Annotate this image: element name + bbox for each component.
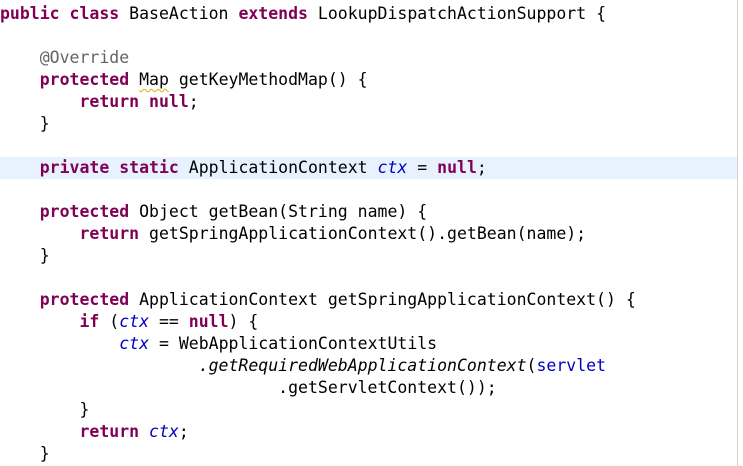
method-signature: getKeyMethodMap() {	[178, 70, 368, 89]
keyword-class: class	[69, 4, 120, 23]
code-line-21: }	[0, 443, 743, 465]
code-line-5: return null;	[0, 91, 743, 113]
code-line-16: ctx = WebApplicationContextUtils	[0, 333, 743, 355]
keyword-if: if	[79, 312, 100, 331]
keyword-return: return	[79, 92, 140, 111]
close-brace: }	[39, 444, 50, 463]
keyword-public: public	[0, 4, 60, 23]
code-line-20: return ctx;	[0, 421, 743, 443]
static-field-ctx: ctx	[119, 334, 150, 353]
code-line-18: .getServletContext());	[0, 377, 743, 399]
code-editor[interactable]: public class BaseAction extends LookupDi…	[0, 0, 743, 466]
keyword-return: return	[79, 422, 140, 441]
code-line-10: protected Object getBean(String name) {	[0, 201, 743, 223]
code-line-8-current: private static ApplicationContext ctx = …	[0, 157, 743, 179]
open-paren: (	[109, 312, 120, 331]
keyword-extends: extends	[238, 4, 308, 23]
static-method-call: .getRequiredWebApplicationContext	[198, 356, 527, 375]
close-brace: }	[39, 246, 50, 265]
code-line-11: return getSpringApplicationContext().get…	[0, 223, 743, 245]
code-line-12: }	[0, 245, 743, 267]
method-chain: .getServletContext());	[278, 378, 497, 397]
code-line-19: }	[0, 399, 743, 421]
keyword-null: null	[149, 92, 189, 111]
code-line-14: protected ApplicationContext getSpringAp…	[0, 289, 743, 311]
keyword-null: null	[437, 158, 477, 177]
assignment-expression: = WebApplicationContextUtils	[158, 334, 438, 353]
keyword-null: null	[188, 312, 229, 331]
semicolon: ;	[188, 92, 199, 111]
code-line-15: if (ctx == null) {	[0, 311, 743, 333]
open-brace: {	[596, 4, 607, 23]
method-signature: Object getBean(String name) {	[139, 202, 428, 221]
close-paren-brace: ) {	[228, 312, 259, 331]
parent-class-name: LookupDispatchActionSupport	[317, 4, 587, 23]
class-name: BaseAction	[129, 4, 229, 23]
editor-right-edge	[737, 0, 743, 466]
return-expression: getSpringApplicationContext().getBean(na…	[149, 224, 587, 243]
static-field-ctx: ctx	[119, 312, 150, 331]
code-line-3: @Override	[0, 47, 743, 69]
map-type-warning[interactable]: Map	[139, 70, 169, 89]
semicolon: ;	[476, 158, 487, 177]
field-servlet: servlet	[536, 356, 606, 375]
static-field-ctx: ctx	[377, 158, 408, 177]
method-signature: ApplicationContext getSpringApplicationC…	[139, 290, 636, 309]
code-line-4: protected Map getKeyMethodMap() {	[0, 69, 743, 91]
equals-operator: ==	[158, 312, 179, 331]
static-field-ctx: ctx	[149, 422, 179, 441]
keyword-protected: protected	[39, 70, 130, 89]
code-line-17: .getRequiredWebApplicationContext(servle…	[0, 355, 743, 377]
close-brace: }	[39, 114, 50, 133]
code-line-6: }	[0, 113, 743, 135]
keyword-static: static	[119, 158, 179, 177]
assign-operator: =	[417, 158, 428, 177]
semicolon: ;	[178, 422, 189, 441]
open-paren: (	[526, 356, 537, 375]
code-line-1: public class BaseAction extends LookupDi…	[0, 3, 743, 25]
override-annotation: @Override	[39, 48, 130, 67]
keyword-return: return	[79, 224, 140, 243]
keyword-protected: protected	[39, 202, 130, 221]
field-type: ApplicationContext	[188, 158, 368, 177]
close-brace: }	[79, 400, 90, 419]
keyword-private: private	[39, 158, 110, 177]
keyword-protected: protected	[39, 290, 130, 309]
